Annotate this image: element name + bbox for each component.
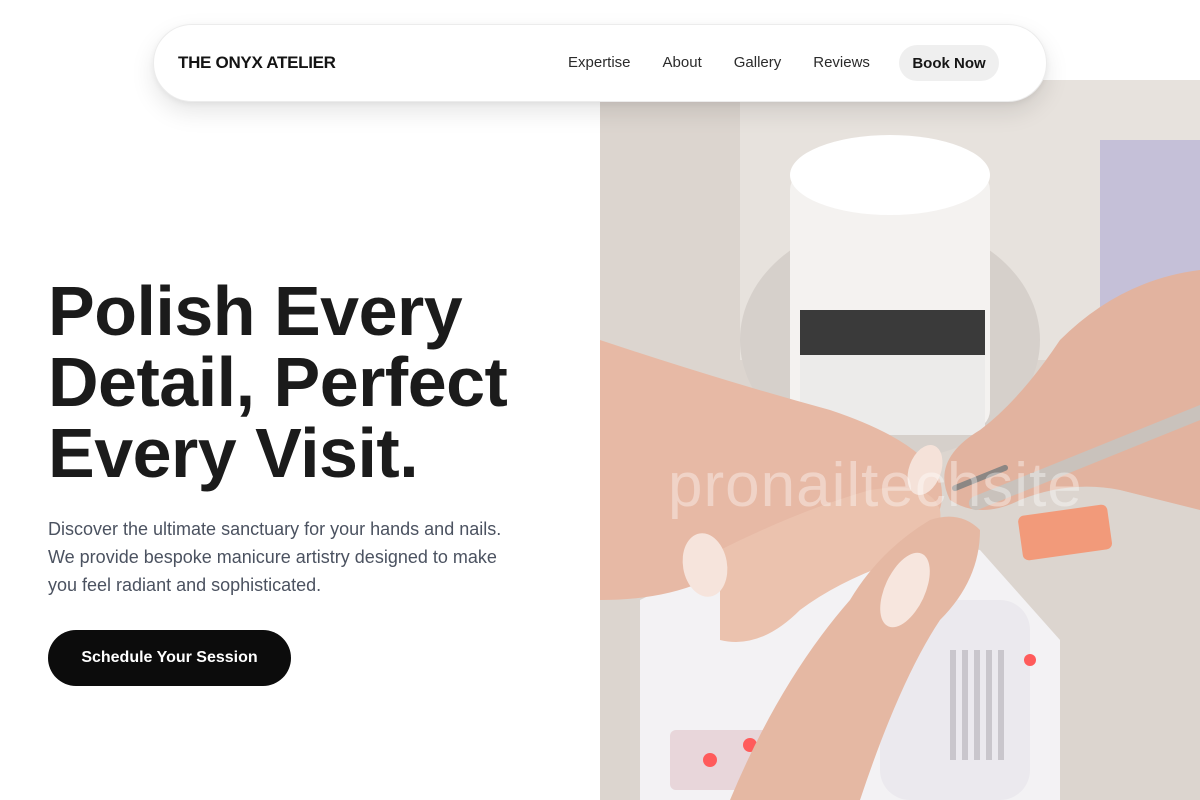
brand-logo[interactable]: THE ONYX ATELIER [178, 53, 336, 73]
schedule-session-button[interactable]: Schedule Your Session [48, 630, 291, 686]
hero-title-line: Every Visit. [48, 414, 419, 492]
nav-link-gallery[interactable]: Gallery [734, 54, 782, 71]
hero-title-line: Detail, Perfect [48, 343, 508, 421]
hero-title: Polish Every Detail, Perfect Every Visit… [48, 276, 588, 489]
hero-image: pronailtechsite [600, 80, 1200, 800]
image-watermark: pronailtechsite [668, 451, 1083, 520]
navbar: THE ONYX ATELIER Expertise About Gallery… [153, 24, 1047, 102]
nav-link-about[interactable]: About [663, 54, 702, 71]
hero-description-line: you feel radiant and sophisticated. [48, 575, 322, 595]
manicure-photo [600, 80, 1200, 800]
hero-title-line: Polish Every [48, 272, 463, 350]
nav-link-reviews[interactable]: Reviews [813, 54, 870, 71]
nav-links: Expertise About Gallery Reviews [568, 54, 870, 71]
book-now-button[interactable]: Book Now [899, 45, 999, 81]
hero-description-line: Discover the ultimate sanctuary for your… [48, 519, 502, 539]
nav-link-expertise[interactable]: Expertise [568, 54, 631, 71]
hero-description: Discover the ultimate sanctuary for your… [48, 515, 548, 599]
hero-description-line: We provide bespoke manicure artistry des… [48, 547, 497, 567]
